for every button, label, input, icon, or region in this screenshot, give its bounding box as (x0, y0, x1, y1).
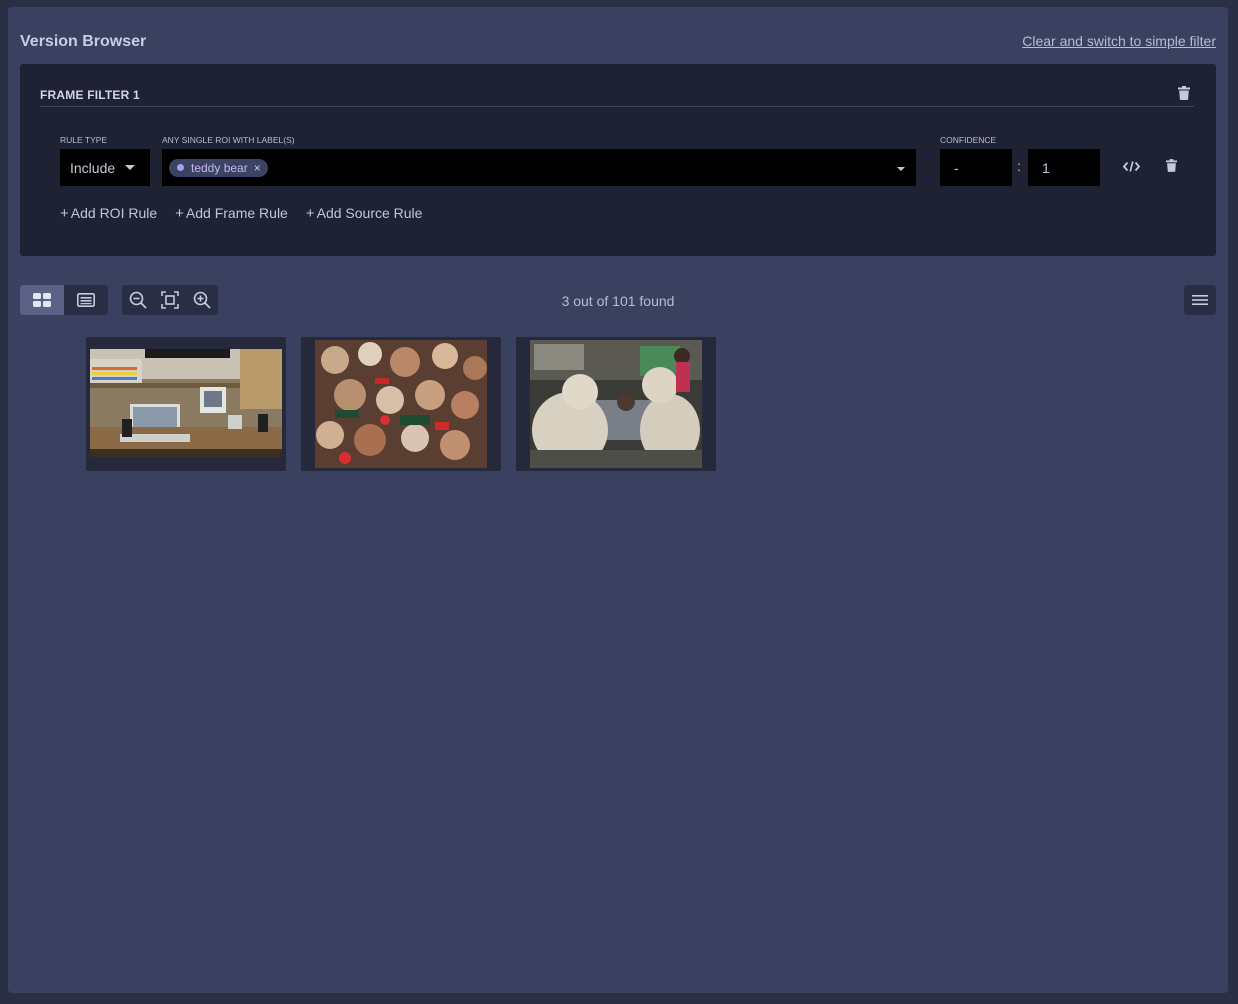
caret-down-icon (125, 165, 135, 170)
add-source-rule-button[interactable]: + Add Source Rule (306, 205, 423, 222)
plus-icon: + (60, 205, 69, 222)
menu-button[interactable] (1184, 285, 1216, 315)
trash-icon[interactable] (1166, 159, 1177, 172)
results-count: 3 out of 101 found (561, 293, 675, 309)
plus-icon: + (175, 205, 184, 222)
confidence-max-input[interactable]: 1 (1028, 149, 1100, 186)
clear-switch-simple-filter-link[interactable]: Clear and switch to simple filter (1022, 33, 1216, 49)
confidence-min-input[interactable]: - (940, 149, 1012, 186)
frame-filter-header: FRAME FILTER 1 (40, 86, 1194, 107)
add-rule-row: + Add ROI Rule + Add Frame Rule + Add Sourc… (60, 205, 422, 222)
confidence-label: CONFIDENCE (940, 135, 997, 145)
plus-icon: + (305, 205, 315, 222)
label-chip: teddy bear × (169, 158, 268, 177)
teddy-bear-pile-image (315, 340, 487, 468)
code-icon[interactable] (1123, 161, 1140, 172)
chip-label: teddy bear (191, 160, 248, 175)
result-thumbnail[interactable] (516, 337, 716, 471)
confidence-separator: : (1017, 158, 1021, 174)
trash-icon[interactable] (1178, 86, 1190, 100)
version-browser-panel: Version Browser Clear and switch to simp… (8, 7, 1228, 993)
roi-label-label: ANY SINGLE ROI WITH LABEL(S) (162, 135, 295, 145)
page-title: Version Browser (20, 33, 147, 50)
add-roi-rule-label: Add ROI Rule (70, 205, 158, 221)
add-source-rule-label: Add Source Rule (316, 205, 423, 221)
add-roi-rule-button[interactable]: + Add ROI Rule (60, 205, 157, 222)
result-thumbnail[interactable] (301, 337, 501, 471)
rule-type-select[interactable]: Include (60, 149, 150, 186)
close-icon[interactable]: × (254, 161, 261, 175)
frame-filter-box: FRAME FILTER 1 RULE TYPE Include ANY SIN… (20, 64, 1216, 262)
chip-dot-icon (177, 164, 184, 171)
caret-down-icon (897, 167, 905, 171)
result-thumbnail[interactable] (86, 337, 286, 471)
rule-type-value: Include (70, 159, 116, 176)
menu-icon (1192, 295, 1208, 305)
filter-divider (40, 261, 1196, 262)
desk-scene-image (90, 349, 282, 457)
add-frame-rule-label: Add Frame Rule (185, 205, 288, 221)
giant-teddy-bears-store-image (530, 340, 702, 468)
roi-label-select[interactable]: teddy bear × (162, 149, 916, 186)
rule-type-label: RULE TYPE (60, 135, 108, 145)
add-frame-rule-button[interactable]: + Add Frame Rule (175, 205, 288, 222)
frame-filter-title: FRAME FILTER 1 (40, 88, 140, 102)
